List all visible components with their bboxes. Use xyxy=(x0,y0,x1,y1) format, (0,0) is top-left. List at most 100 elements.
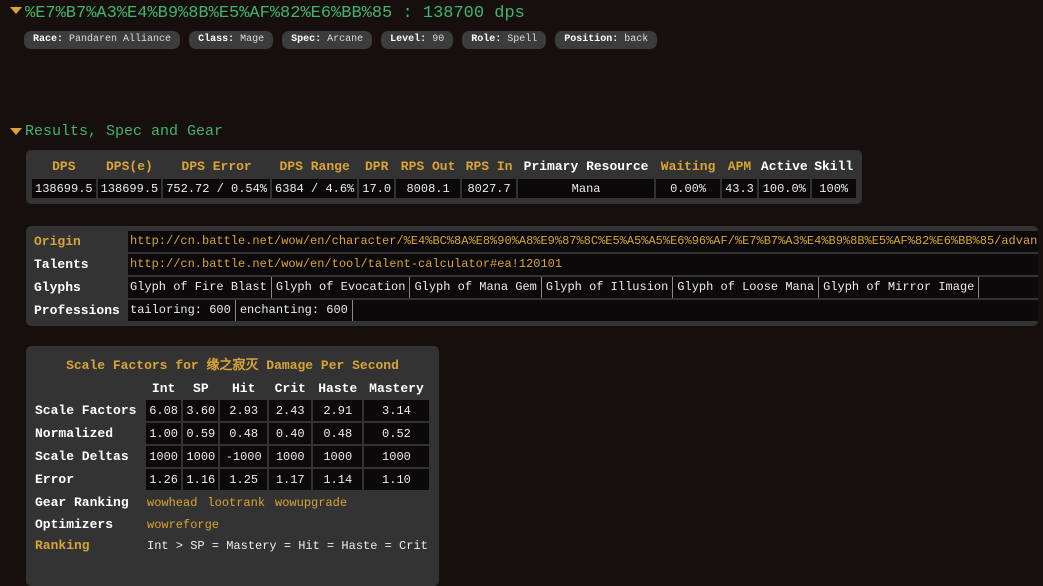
talents-link[interactable]: http://cn.battle.net/wow/en/tool/talent-… xyxy=(128,254,1038,275)
scale-corner xyxy=(31,379,144,398)
scale-value: 1.26 xyxy=(146,469,182,490)
value-dps-error: 752.72 / 0.54% xyxy=(163,179,271,198)
glyphs-row: Glyphs Glyph of Fire Blast Glyph of Evoca… xyxy=(29,277,1038,298)
scale-row-factors: Scale Factors 6.08 3.60 2.93 2.43 2.91 3… xyxy=(31,400,429,421)
glyph-item: Glyph of Evocation xyxy=(276,277,411,298)
scale-row-normalized: Normalized 1.00 0.59 0.48 0.40 0.48 0.52 xyxy=(31,423,429,444)
scale-value: 1000 xyxy=(364,446,429,467)
ranking-row: Ranking Int > SP = Mastery = Hit = Haste… xyxy=(31,536,429,555)
glyphs-list: Glyph of Fire Blast Glyph of Evocation Gly… xyxy=(128,277,1038,298)
optimizers-label: Optimizers xyxy=(35,516,114,532)
results-table: DPS DPS(e) DPS Error DPS Range DPR RPS O… xyxy=(30,154,858,200)
col-apm: APM xyxy=(727,159,752,174)
scale-col-int: Int xyxy=(151,381,176,396)
value-apm: 43.3 xyxy=(722,179,757,198)
scale-value: 1.17 xyxy=(268,469,312,490)
glyph-item: Glyph of Loose Mana xyxy=(677,277,820,298)
scale-col-mastery: Mastery xyxy=(369,381,424,396)
gear-ranking-links: wowhead lootrank wowupgrade xyxy=(146,492,429,512)
scale-value: 1000 xyxy=(146,446,182,467)
optimizers-links: wowreforge xyxy=(146,514,429,534)
value-active: 100.0% xyxy=(758,179,810,198)
badge-spec: Spec: Arcane xyxy=(282,31,373,49)
scale-value: 1000 xyxy=(268,446,312,467)
professions-label: Professions xyxy=(34,303,120,318)
value-rps-out: 8008.1 xyxy=(396,179,461,198)
badge-class: Class: Mage xyxy=(189,31,274,49)
lootrank-link[interactable]: lootrank xyxy=(207,496,265,510)
player-badges: Race: Pandaren Alliance Class: Mage Spec… xyxy=(24,31,658,49)
value-waiting: 0.00% xyxy=(656,179,721,198)
report-title-text: %E7%B7%A3%E4%B9%8B%E5%AF%82%E6%BB%85 : 1… xyxy=(25,4,525,23)
ranking-value: Int > SP = Mastery = Hit = Haste = Crit xyxy=(147,538,428,553)
results-table-panel: DPS DPS(e) DPS Error DPS Range DPR RPS O… xyxy=(26,150,862,204)
scale-factors-title: Scale Factors for 缘之寂灭 Damage Per Second xyxy=(66,358,399,373)
scale-factors-table: Int SP Hit Crit Haste Mastery Scale Fact… xyxy=(29,377,431,557)
collapse-toggle-icon[interactable] xyxy=(10,7,22,15)
badge-role: Role: Spell xyxy=(462,31,547,49)
wowupgrade-link[interactable]: wowupgrade xyxy=(275,496,347,510)
results-header-row: DPS DPS(e) DPS Error DPS Range DPR RPS O… xyxy=(32,156,856,177)
col-active: Active xyxy=(760,159,808,174)
value-dps: 138699.5 xyxy=(32,179,96,198)
value-rps-in: 8027.7 xyxy=(462,179,517,198)
profession-item: tailoring: 600 xyxy=(130,300,236,321)
col-waiting: Waiting xyxy=(660,159,716,174)
professions-row: Professions tailoring: 600 enchanting: 60… xyxy=(29,300,1038,321)
wowhead-link[interactable]: wowhead xyxy=(147,496,197,510)
col-dpse: DPS(e) xyxy=(106,159,153,174)
scale-value: 1.10 xyxy=(364,469,429,490)
row-label: Error xyxy=(35,472,75,487)
glyph-item: Glyph of Mana Gem xyxy=(414,277,542,298)
scale-value: 2.93 xyxy=(220,400,267,421)
origin-link[interactable]: http://cn.battle.net/wow/en/character/%E… xyxy=(128,231,1038,252)
glyph-item: Glyph of Mirror Image xyxy=(823,277,980,298)
col-dps-error: DPS Error xyxy=(181,159,252,174)
ranking-label: Ranking xyxy=(35,538,90,553)
talents-label: Talents xyxy=(34,257,89,272)
scale-value: 1.14 xyxy=(313,469,363,490)
profession-item: enchanting: 600 xyxy=(240,300,353,321)
origin-label: Origin xyxy=(34,234,81,249)
scale-value: 1.00 xyxy=(146,423,182,444)
scale-header-row: Int SP Hit Crit Haste Mastery xyxy=(31,379,429,398)
scale-value: 2.43 xyxy=(268,400,312,421)
results-value-row: 138699.5 138699.5 752.72 / 0.54% 6384 / … xyxy=(32,179,856,198)
section-heading[interactable]: Results, Spec and Gear xyxy=(10,123,223,140)
scale-value: 0.59 xyxy=(183,423,219,444)
scale-factors-panel: Scale Factors for 缘之寂灭 Damage Per Second… xyxy=(26,346,439,586)
row-label: Scale Factors xyxy=(35,403,137,418)
scale-value: 0.48 xyxy=(313,423,363,444)
scale-value: 6.08 xyxy=(146,400,182,421)
scale-value: 3.14 xyxy=(364,400,429,421)
scale-value: 3.60 xyxy=(183,400,219,421)
scale-row-error: Error 1.26 1.16 1.25 1.17 1.14 1.10 xyxy=(31,469,429,490)
value-dpse: 138699.5 xyxy=(97,179,162,198)
wowreforge-link[interactable]: wowreforge xyxy=(147,518,219,532)
col-dps: DPS xyxy=(52,159,76,174)
col-dpr: DPR xyxy=(364,159,389,174)
optimizers-row: Optimizers wowreforge xyxy=(31,514,429,534)
section-collapse-icon[interactable] xyxy=(10,127,22,135)
report-title[interactable]: %E7%B7%A3%E4%B9%8B%E5%AF%82%E6%BB%85 : 1… xyxy=(10,4,525,23)
col-rps-out: RPS Out xyxy=(400,159,456,174)
col-dps-range: DPS Range xyxy=(279,159,350,174)
scale-value: 0.52 xyxy=(364,423,429,444)
value-dps-range: 6384 / 4.6% xyxy=(272,179,358,198)
value-primary-resource: Mana xyxy=(518,179,655,198)
talents-row: Talents http://cn.battle.net/wow/en/tool… xyxy=(29,254,1038,275)
row-label: Scale Deltas xyxy=(35,449,129,464)
row-label: Normalized xyxy=(35,426,114,441)
gear-ranking-row: Gear Ranking wowhead lootrank wowupgrade xyxy=(31,492,429,512)
scale-value: -1000 xyxy=(220,446,267,467)
origin-row: Origin http://cn.battle.net/wow/en/chara… xyxy=(29,231,1038,252)
scale-value: 1.16 xyxy=(183,469,219,490)
scale-value: 0.48 xyxy=(220,423,267,444)
col-primary-resource: Primary Resource xyxy=(523,159,649,174)
scale-col-sp: SP xyxy=(193,381,209,396)
scale-value: 0.40 xyxy=(268,423,312,444)
scale-col-haste: Haste xyxy=(318,381,358,396)
badge-race: Race: Pandaren Alliance xyxy=(24,31,181,49)
badge-position: Position: back xyxy=(555,31,658,49)
glyph-item: Glyph of Fire Blast xyxy=(130,277,272,298)
